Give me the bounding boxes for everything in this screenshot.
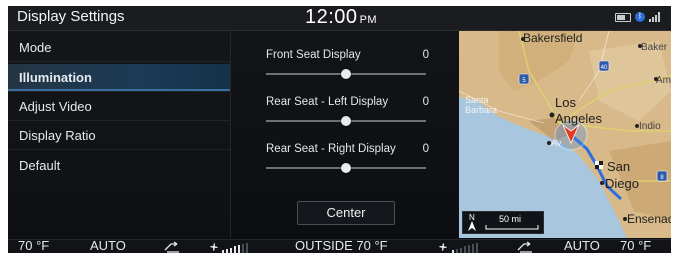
page-title: Display Settings — [17, 8, 125, 25]
slider-value-rear-right: 0 — [422, 143, 429, 155]
navigation-map[interactable]: 5 40 8 Bakersfield Baker Amb Santa Barba… — [459, 31, 671, 238]
slider-label-rear-left: Rear Seat - Left Display — [266, 96, 389, 108]
status-icons: ᛒ — [615, 12, 663, 22]
settings-menu: Mode Illumination Adjust Video Display R… — [8, 31, 230, 238]
left-auto[interactable]: AUTO — [90, 238, 126, 253]
fan-level-bar — [226, 248, 228, 253]
map-label-amb: Amb — [656, 75, 671, 86]
left-airflow-icon[interactable] — [163, 241, 181, 253]
left-fan-icon[interactable] — [208, 241, 220, 253]
fan-level-bar — [472, 244, 474, 253]
clock-ampm: PM — [359, 14, 378, 26]
menu-item-adjust-video[interactable]: Adjust Video — [8, 93, 230, 121]
menu-item-default[interactable]: Default — [8, 152, 230, 180]
infotainment-screen: Display Settings 12:00 PM ᛒ Mode Illumina… — [8, 6, 671, 253]
map-label-bakersfield: Bakersfield — [523, 31, 582, 45]
scale-distance: 50 mi — [499, 214, 522, 224]
slider-label-front: Front Seat Display — [266, 49, 361, 61]
fan-level-bar — [238, 245, 240, 253]
fan-level-bar — [222, 250, 224, 253]
fan-level-bar — [246, 242, 248, 253]
slider-label-rear-right: Rear Seat - Right Display — [266, 143, 396, 155]
menu-item-illumination[interactable]: Illumination — [8, 64, 230, 92]
illumination-panel: Front Seat Display 0 Rear Seat - Left Di… — [230, 31, 460, 238]
fan-level-bar — [242, 244, 244, 253]
map-label-baker: Baker — [641, 42, 668, 53]
fan-level-bar — [234, 246, 236, 253]
bluetooth-icon: ᛒ — [635, 12, 645, 22]
north-arrow-icon — [468, 221, 476, 231]
fan-level-bar — [452, 250, 454, 253]
map-label-diego: Diego — [605, 176, 639, 191]
right-airflow-icon[interactable] — [516, 241, 534, 253]
signal-icon — [649, 12, 663, 22]
slider-knob-front[interactable] — [341, 69, 351, 79]
map-label-angeles: Angeles — [555, 111, 602, 126]
fan-level-bar — [464, 246, 466, 253]
map-label-barbara: Barbara — [465, 105, 497, 115]
clock-time: 12:00 — [305, 6, 358, 28]
left-fan-level — [222, 242, 250, 253]
right-fan-level — [452, 242, 480, 253]
map-label-avalon: Av — [551, 138, 562, 148]
outside-temp: OUTSIDE 70 °F — [295, 238, 388, 253]
fan-level-bar — [468, 245, 470, 253]
menu-item-mode[interactable]: Mode — [8, 34, 230, 62]
slider-value-rear-left: 0 — [422, 96, 429, 108]
right-auto[interactable]: AUTO — [564, 238, 600, 253]
map-label-ensenada: Ensenad — [627, 212, 671, 226]
right-fan-icon[interactable] — [437, 241, 449, 253]
left-temp[interactable]: 70 °F — [18, 238, 49, 253]
fan-level-bar — [476, 242, 478, 253]
slider-value-front: 0 — [422, 49, 429, 61]
map-graphic: 5 40 8 Bakersfield Baker Amb Santa Barba… — [459, 31, 671, 238]
map-label-san: San — [607, 159, 630, 174]
fan-level-bar — [230, 247, 232, 253]
menu-item-display-ratio[interactable]: Display Ratio — [8, 122, 230, 150]
right-temp[interactable]: 70 °F — [620, 238, 651, 253]
map-label-santa: Santa — [465, 95, 489, 105]
shield-40: 40 — [601, 65, 608, 71]
map-label-los: Los — [555, 95, 576, 110]
map-label-indio: Indio — [639, 121, 661, 132]
fan-level-bar — [456, 248, 458, 253]
clock: 12:00 PM — [305, 6, 377, 29]
battery-icon — [615, 12, 631, 22]
fan-level-bar — [460, 247, 462, 253]
scale-bar — [485, 225, 539, 230]
climate-bar: 70 °F AUTO OUTSIDE 70 °F AUTO 70 °F — [8, 238, 671, 253]
slider-knob-rear-right[interactable] — [341, 163, 351, 173]
map-scale: N 50 mi — [462, 211, 544, 234]
center-button[interactable]: Center — [297, 201, 395, 225]
top-status-bar: Display Settings 12:00 PM ᛒ — [8, 6, 671, 31]
slider-knob-rear-left[interactable] — [341, 116, 351, 126]
